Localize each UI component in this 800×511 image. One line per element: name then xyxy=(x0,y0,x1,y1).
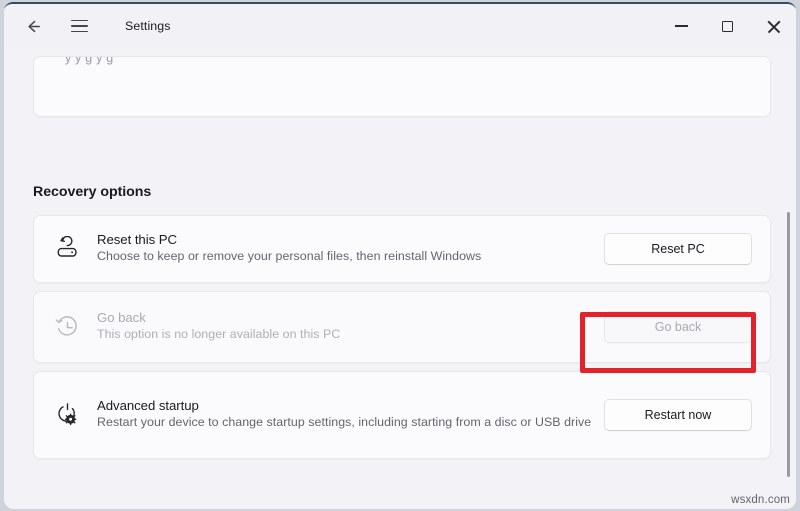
maximize-icon xyxy=(721,20,733,32)
option-description: Choose to keep or remove your personal f… xyxy=(97,249,482,264)
window-controls xyxy=(658,4,796,48)
back-arrow-icon xyxy=(27,20,40,32)
reset-pc-icon xyxy=(52,235,94,263)
minimize-icon xyxy=(674,25,688,27)
option-title: Advanced startup xyxy=(97,398,199,414)
back-button[interactable] xyxy=(16,10,50,42)
settings-window: Settings System › Recovery y y g y g Rec… xyxy=(4,2,796,509)
section-heading-recovery-options: Recovery options xyxy=(33,184,152,200)
option-description: This option is no longer available on th… xyxy=(97,327,341,342)
option-row-reset-this-pc[interactable]: Reset this PC Choose to keep or remove y… xyxy=(33,215,771,283)
navigation-menu-button[interactable] xyxy=(62,10,96,42)
reset-pc-button[interactable]: Reset PC xyxy=(604,233,752,265)
option-row-advanced-startup[interactable]: Advanced startup Restart your device to … xyxy=(33,371,771,459)
clipped-card-text: y y g y g xyxy=(65,56,114,65)
restart-now-button[interactable]: Restart now xyxy=(604,399,752,431)
power-gear-icon xyxy=(52,402,94,429)
minimize-button[interactable] xyxy=(658,4,704,48)
option-text-go-back: Go back This option is no longer availab… xyxy=(94,310,604,344)
scrollbar-thumb[interactable] xyxy=(786,212,790,477)
option-row-go-back: Go back This option is no longer availab… xyxy=(33,291,771,363)
option-text-reset-this-pc: Reset this PC Choose to keep or remove y… xyxy=(94,232,604,266)
window-titlebar: Settings xyxy=(4,4,796,48)
maximize-button[interactable] xyxy=(704,4,750,48)
app-title: Settings xyxy=(125,19,171,33)
close-icon xyxy=(767,20,780,33)
option-text-advanced-startup: Advanced startup Restart your device to … xyxy=(94,398,604,432)
option-description: Restart your device to change startup se… xyxy=(97,415,592,430)
history-clock-icon xyxy=(52,314,94,341)
go-back-button: Go back xyxy=(604,311,752,343)
clipped-card-above[interactable]: y y g y g xyxy=(33,56,771,117)
watermark: wsxdn.com xyxy=(731,494,790,506)
option-title: Go back xyxy=(97,310,146,326)
option-title: Reset this PC xyxy=(97,232,177,248)
hamburger-menu-icon xyxy=(70,19,88,33)
vertical-scrollbar[interactable] xyxy=(786,212,790,509)
close-button[interactable] xyxy=(750,4,796,48)
settings-scroll-area: y y g y g Recovery options Reset this PC… xyxy=(4,56,796,509)
